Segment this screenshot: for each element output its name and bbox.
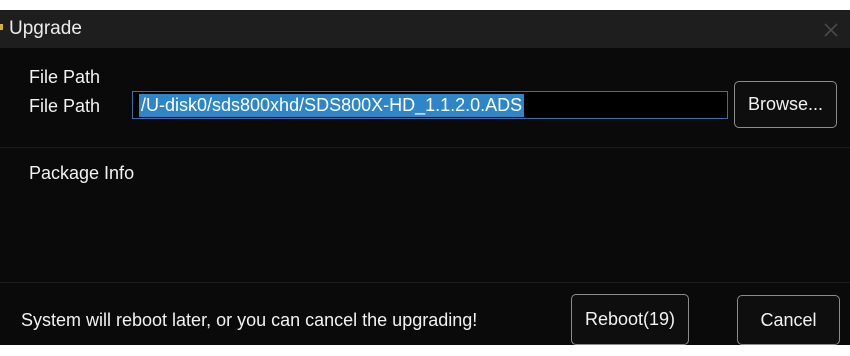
file-path-input[interactable]: /U-disk0/sds800xhd/SDS800X-HD_1.1.2.0.AD…	[132, 91, 728, 119]
file-path-value: /U-disk0/sds800xhd/SDS800X-HD_1.1.2.0.AD…	[139, 94, 525, 117]
file-path-field-label: File Path	[29, 96, 101, 116]
reboot-status-text: System will reboot later, or you can can…	[21, 310, 478, 330]
dialog-body: File Path File Path /U-disk0/sds800xhd/S…	[0, 48, 850, 345]
upgrade-dialog: Upgrade File Path File Path /U-disk0/sds…	[0, 0, 850, 356]
dialog-titlebar: Upgrade	[0, 10, 850, 48]
footer-divider	[0, 282, 850, 283]
title-marker	[0, 24, 3, 30]
package-info-label: Package Info	[29, 163, 135, 183]
section-divider	[0, 147, 850, 148]
file-path-group-label: File Path	[29, 67, 101, 87]
close-icon[interactable]	[820, 19, 842, 41]
bottom-margin	[0, 345, 850, 356]
browse-button[interactable]: Browse...	[734, 81, 837, 128]
reboot-button[interactable]: Reboot(19)	[571, 294, 689, 345]
cancel-button[interactable]: Cancel	[737, 295, 840, 345]
dialog-title: Upgrade	[9, 18, 82, 39]
